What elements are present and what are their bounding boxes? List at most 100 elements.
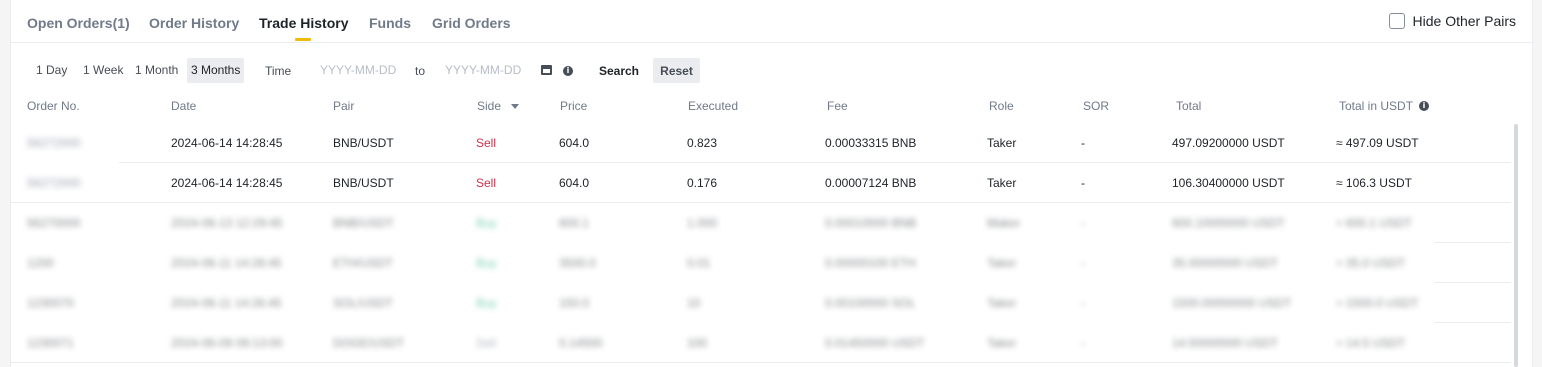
price-cell: 604.0 [559,136,590,150]
pair-cell: DOGE/USDT [333,336,405,350]
table-header: Order No. Date Pair Side Price Executed … [11,98,1532,116]
role-cell: Maker [987,216,1021,230]
col-date: Date [171,99,197,113]
fee-cell: 0.00033315 BNB [825,136,917,150]
role-cell: Taker [987,336,1017,350]
to-label: to [415,64,426,78]
executed-cell: 10 [687,296,701,310]
sor-cell: - [1081,296,1085,310]
col-price: Price [560,99,588,113]
hide-other-pairs-label: Hide Other Pairs [1412,13,1516,29]
total-cell: 497.09200000 USDT [1172,136,1285,150]
executed-cell: 1.000 [687,216,718,230]
col-order-no: Order No. [27,99,80,113]
end-date-input[interactable] [445,58,535,83]
row-divider [11,362,1511,363]
side-cell: Sell [476,336,497,350]
fee-cell: 0.00007124 BNB [825,176,917,190]
side-filter-caret-icon[interactable] [511,104,519,109]
order-no-cell: 56270000 [27,216,81,230]
tab-open-orders[interactable]: Open Orders(1) [27,15,130,31]
table-row[interactable]: 56272000 2024-06-14 14:28:45 BNB/USDT Se… [11,163,1511,203]
executed-cell: 0.176 [687,176,718,190]
sor-cell: - [1081,336,1085,350]
start-date-input[interactable] [320,58,410,83]
pair-cell: SOL/USDT [333,296,394,310]
total-cell: 106.30400000 USDT [1172,176,1285,190]
pair-cell: BNB/USDT [333,216,394,230]
total-usdt-cell: ≈ 14.5 USDT [1336,336,1406,350]
hide-other-pairs-checkbox[interactable] [1388,13,1405,29]
pair-cell: ETH/USDT [333,256,393,270]
hide-other-pairs-toggle[interactable]: Hide Other Pairs [1388,13,1516,29]
order-no-cell: 1230070 [27,296,74,310]
col-side[interactable]: Side [477,99,501,113]
side-cell: Sell [476,136,497,150]
table-row[interactable]: 56272000 2024-06-14 14:28:45 BNB/USDT Se… [11,123,1511,163]
info-icon[interactable]: i [563,66,573,76]
col-executed: Executed [688,99,739,113]
col-fee: Fee [827,99,848,113]
table-scrollbar[interactable] [1514,124,1518,367]
fee-cell: 0.01450000 USDT [825,336,925,350]
total-usdt-cell: ≈ 35.0 USDT [1336,256,1406,270]
order-no-cell: 1230071 [27,336,74,350]
total-cell: 1500.00000000 USDT [1172,296,1292,310]
range-3-months-button[interactable]: 3 Months [187,58,245,83]
fee-cell: 0.00100000 SOL [825,296,916,310]
range-1-day-button[interactable]: 1 Day [32,58,71,83]
price-cell: 604.0 [559,176,590,190]
side-cell: Buy [476,256,497,270]
time-label: Time [265,64,292,78]
date-cell: 2024-06-11 14:26:45 [171,296,282,310]
active-tab-indicator [295,38,311,41]
total-usdt-cell: ≈ 1500.0 USDT [1336,296,1419,310]
price-cell: 150.0 [559,296,590,310]
range-1-week-button[interactable]: 1 Week [79,58,127,83]
date-cell: 2024-06-09 09:13:00 [171,336,283,350]
role-cell: Taker [987,256,1017,270]
col-pair: Pair [333,99,355,113]
total-cell: 600.10000000 USDT [1172,216,1285,230]
date-cell: 2024-06-13 12:29:45 [171,216,283,230]
tab-funds[interactable]: Funds [369,15,411,31]
role-cell: Taker [987,136,1017,150]
date-cell: 2024-06-14 14:28:45 [171,136,283,150]
sor-cell: - [1081,176,1085,190]
table-row[interactable]: 56270000 2024-06-13 12:29:45 BNB/USDT Bu… [11,203,1511,243]
table-row[interactable]: 1230071 2024-06-09 09:13:00 DOGE/USDT Se… [11,323,1511,363]
order-no-cell: 56272000 [27,176,81,190]
table-row[interactable]: 1230070 2024-06-11 14:26:45 SOL/USDT Buy… [11,283,1511,323]
trade-panel: Open Orders(1) Order History Trade Histo… [10,0,1533,367]
total-usdt-info-icon[interactable]: i [1419,101,1429,111]
range-1-month-button[interactable]: 1 Month [131,58,182,83]
price-cell: 3500.0 [559,256,596,270]
executed-cell: 0.823 [687,136,718,150]
total-usdt-cell: ≈ 600.1 USDT [1336,216,1412,230]
role-cell: Taker [987,176,1017,190]
side-cell: Sell [476,176,497,190]
search-button[interactable]: Search [591,58,647,83]
fee-cell: 0.00010000 BNB [825,216,917,230]
role-cell: Taker [987,296,1017,310]
table-row[interactable]: 1200 2024-06-11 14:28:45 ETH/USDT Buy 35… [11,243,1511,283]
calendar-icon[interactable] [541,65,552,75]
side-cell: Buy [476,216,497,230]
sor-cell: - [1081,136,1085,150]
filter-bar: 1 Day 1 Week 1 Month 3 Months Time to i … [11,58,1532,83]
total-usdt-cell: ≈ 106.3 USDT [1336,176,1412,190]
order-no-cell: 1200 [27,256,54,270]
order-no-cell: 56272000 [27,136,81,150]
col-total: Total [1176,99,1202,113]
tab-trade-history[interactable]: Trade History [259,15,348,31]
price-cell: 600.1 [559,216,590,230]
side-cell: Buy [476,296,497,310]
date-cell: 2024-06-14 14:28:45 [171,176,283,190]
tab-grid-orders[interactable]: Grid Orders [432,15,511,31]
reset-button[interactable]: Reset [653,58,700,83]
tab-order-history[interactable]: Order History [149,15,239,31]
fee-cell: 0.00000100 ETH [825,256,916,270]
executed-cell: 100 [687,336,708,350]
price-cell: 0.14500 [559,336,603,350]
sor-cell: - [1081,256,1085,270]
